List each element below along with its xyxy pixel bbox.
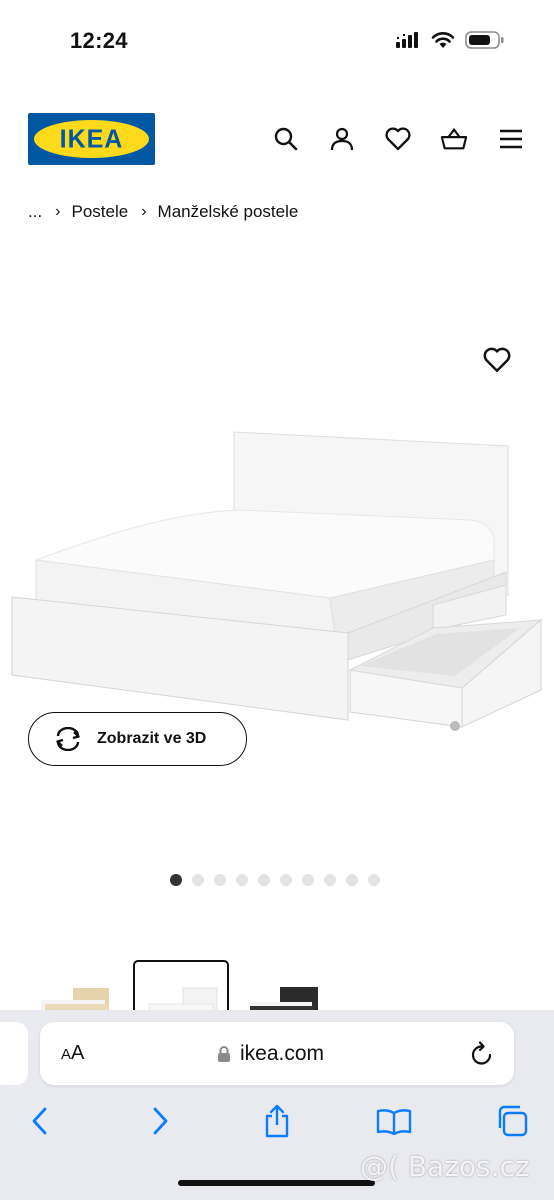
- breadcrumb-ellipsis[interactable]: ...: [28, 202, 42, 222]
- signal-icon: [396, 32, 418, 48]
- tabs-icon[interactable]: [494, 1103, 530, 1139]
- home-indicator: [178, 1180, 375, 1186]
- carousel-dot[interactable]: [280, 874, 292, 886]
- reader-options-button[interactable]: AA: [61, 1042, 84, 1065]
- wifi-icon: [431, 32, 455, 48]
- carousel-dot[interactable]: [346, 874, 358, 886]
- aa-large: A: [71, 1042, 85, 1064]
- carousel-dot[interactable]: [236, 874, 248, 886]
- breadcrumb-item-postele[interactable]: Postele: [72, 202, 129, 222]
- rotate-3d-icon: [56, 727, 80, 751]
- status-time: 12:24: [70, 28, 128, 53]
- url-text: ikea.com: [240, 1042, 325, 1065]
- logo-text: IKEA: [59, 123, 124, 154]
- status-icons: [395, 30, 505, 50]
- carousel-dot[interactable]: [214, 874, 226, 886]
- battery-icon: [465, 31, 504, 49]
- carousel-dot[interactable]: [258, 874, 270, 886]
- carousel-dot[interactable]: [302, 874, 314, 886]
- cart-icon[interactable]: [440, 125, 468, 153]
- ikea-logo[interactable]: IKEA: [28, 113, 155, 165]
- share-icon[interactable]: [259, 1103, 295, 1139]
- aa-small: A: [61, 1046, 72, 1063]
- chevron-right-icon: ›: [55, 203, 61, 220]
- add-to-wishlist-icon[interactable]: [482, 346, 512, 376]
- back-icon[interactable]: [22, 1103, 58, 1139]
- product-image-bed: [11, 431, 543, 731]
- carousel-dot[interactable]: [324, 874, 336, 886]
- account-icon[interactable]: [328, 125, 356, 153]
- chevron-right-icon: ›: [141, 203, 147, 220]
- carousel-dot[interactable]: [192, 874, 204, 886]
- lock-icon: [218, 1046, 230, 1062]
- search-icon[interactable]: [272, 125, 300, 153]
- carousel-dots: [170, 874, 380, 886]
- forward-icon[interactable]: [142, 1103, 178, 1139]
- view-3d-button[interactable]: Zobrazit ve 3D: [28, 712, 247, 766]
- view-3d-label: Zobrazit ve 3D: [97, 730, 207, 747]
- wishlist-icon[interactable]: [384, 125, 412, 153]
- carousel-dot[interactable]: [170, 874, 182, 886]
- bookmarks-icon[interactable]: [376, 1103, 412, 1139]
- reload-icon[interactable]: [470, 1041, 494, 1067]
- bazos-watermark: @( Bazos.cz: [360, 1150, 530, 1183]
- menu-icon[interactable]: [497, 125, 525, 153]
- breadcrumb-item-manzelske-postele[interactable]: Manželské postele: [158, 202, 299, 222]
- previous-tab-preview[interactable]: [0, 1022, 28, 1085]
- breadcrumb: ... › Postele › Manželské postele: [28, 202, 298, 222]
- carousel-dot[interactable]: [368, 874, 380, 886]
- url-display[interactable]: ikea.com: [217, 1042, 324, 1066]
